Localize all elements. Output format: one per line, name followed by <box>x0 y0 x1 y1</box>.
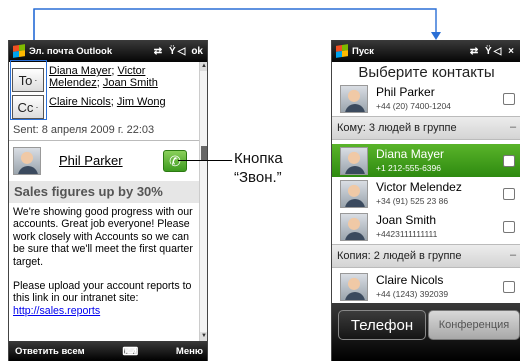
menu-softkey[interactable]: Меню <box>176 346 203 357</box>
cc-recipients: Claire Nicols; Jim Wong <box>49 96 166 108</box>
scroll-thumb[interactable] <box>201 146 207 160</box>
softkey-bar: Ответить всем ⌨ Меню <box>9 341 207 361</box>
recipient-link[interactable]: Diana Mayer <box>49 65 111 77</box>
contact-item[interactable]: Victor Melendez +34 (91) 525 23 86 <box>332 177 520 210</box>
conference-button[interactable]: Конференция <box>428 310 520 340</box>
windows-start-icon[interactable] <box>336 44 348 58</box>
select-contacts-header: Выберите контакты <box>358 64 495 81</box>
contact-checkbox[interactable] <box>503 221 515 233</box>
contact-avatar <box>340 213 368 241</box>
email-subject: Sales figures up by 30% <box>9 181 199 203</box>
phone-icon: ✆ <box>169 152 181 169</box>
status-icons: ⇄ Ÿ◁ <box>153 45 188 57</box>
contact-item[interactable]: Claire Nicols +44 (1243) 392039 <box>332 270 520 303</box>
sent-date: Sent: 8 апреля 2009 г. 22:03 <box>13 124 155 136</box>
contact-checkbox[interactable] <box>503 188 515 200</box>
reply-all-softkey[interactable]: Ответить всем <box>15 346 85 357</box>
contact-checkbox[interactable] <box>503 93 515 105</box>
callout-line <box>178 160 232 161</box>
contact-checkbox[interactable] <box>503 155 515 167</box>
contacts-screen: Пуск ⇄ Ÿ◁ × Выберите контакты Phil Parke… <box>331 40 520 361</box>
contact-avatar <box>340 85 368 113</box>
left-title-bar: Эл. почта Outlook ⇄ Ÿ◁ ok <box>9 40 207 62</box>
body-paragraph: Please upload your account reports to th… <box>13 280 192 317</box>
connector-arrow <box>33 8 441 45</box>
scroll-down-arrow-icon[interactable]: ▼ <box>200 332 207 341</box>
contact-item[interactable]: Diana Mayer +1 212-555-6396 <box>332 144 520 177</box>
scrollbar[interactable]: ▲ ▼ <box>199 62 207 341</box>
contact-item[interactable]: Phil Parker +44 (20) 7400-1204 <box>332 82 520 115</box>
collapse-icon[interactable]: – <box>510 121 516 133</box>
ok-button[interactable]: ok <box>191 46 203 57</box>
group-header-to[interactable]: Кому: 3 людей в группе – <box>332 116 520 140</box>
keyboard-icon[interactable]: ⌨ <box>122 345 138 358</box>
sender-name-link[interactable]: Phil Parker <box>59 153 123 168</box>
sender-avatar <box>13 147 41 175</box>
recipient-link[interactable]: Claire Nicols <box>49 96 111 108</box>
intranet-link[interactable]: http://sales.reports <box>13 305 100 317</box>
contact-checkbox[interactable] <box>503 281 515 293</box>
scroll-up-arrow-icon[interactable]: ▲ <box>200 62 207 71</box>
action-bar: Телефон Конференция <box>332 303 520 361</box>
recipient-link[interactable]: Jim Wong <box>117 96 166 108</box>
contact-avatar <box>340 147 368 175</box>
sender-row: Phil Parker ✆ <box>9 143 199 179</box>
windows-start-icon[interactable] <box>13 44 25 58</box>
right-title-bar: Пуск ⇄ Ÿ◁ × <box>332 40 520 62</box>
callout-label: Кнопка “Звон.” <box>234 150 283 186</box>
collapse-icon[interactable]: – <box>510 249 516 261</box>
email-screen: Эл. почта Outlook ⇄ Ÿ◁ ok To · Cc · Diana … <box>8 40 208 361</box>
contact-avatar <box>340 273 368 301</box>
contact-item[interactable]: Joan Smith +4423111111111 <box>332 210 520 243</box>
email-body: We're showing good progress with our acc… <box>13 206 199 329</box>
highlight-frame <box>10 60 47 120</box>
group-header-cc[interactable]: Копия: 2 людей в группе – <box>332 244 520 268</box>
recipient-link[interactable]: Joan Smith <box>103 77 158 89</box>
left-title: Эл. почта Outlook <box>29 45 113 57</box>
phone-button[interactable]: Телефон <box>338 310 426 340</box>
body-paragraph: We're showing good progress with our acc… <box>13 206 193 268</box>
contact-avatar <box>340 180 368 208</box>
to-recipients: Diana Mayer; Victor Melendez; Joan Smith <box>49 65 158 89</box>
right-title: Пуск <box>352 45 374 57</box>
call-button[interactable]: ✆ <box>163 150 187 172</box>
status-icons: ⇄ Ÿ◁ × <box>469 45 516 57</box>
divider <box>9 140 199 141</box>
